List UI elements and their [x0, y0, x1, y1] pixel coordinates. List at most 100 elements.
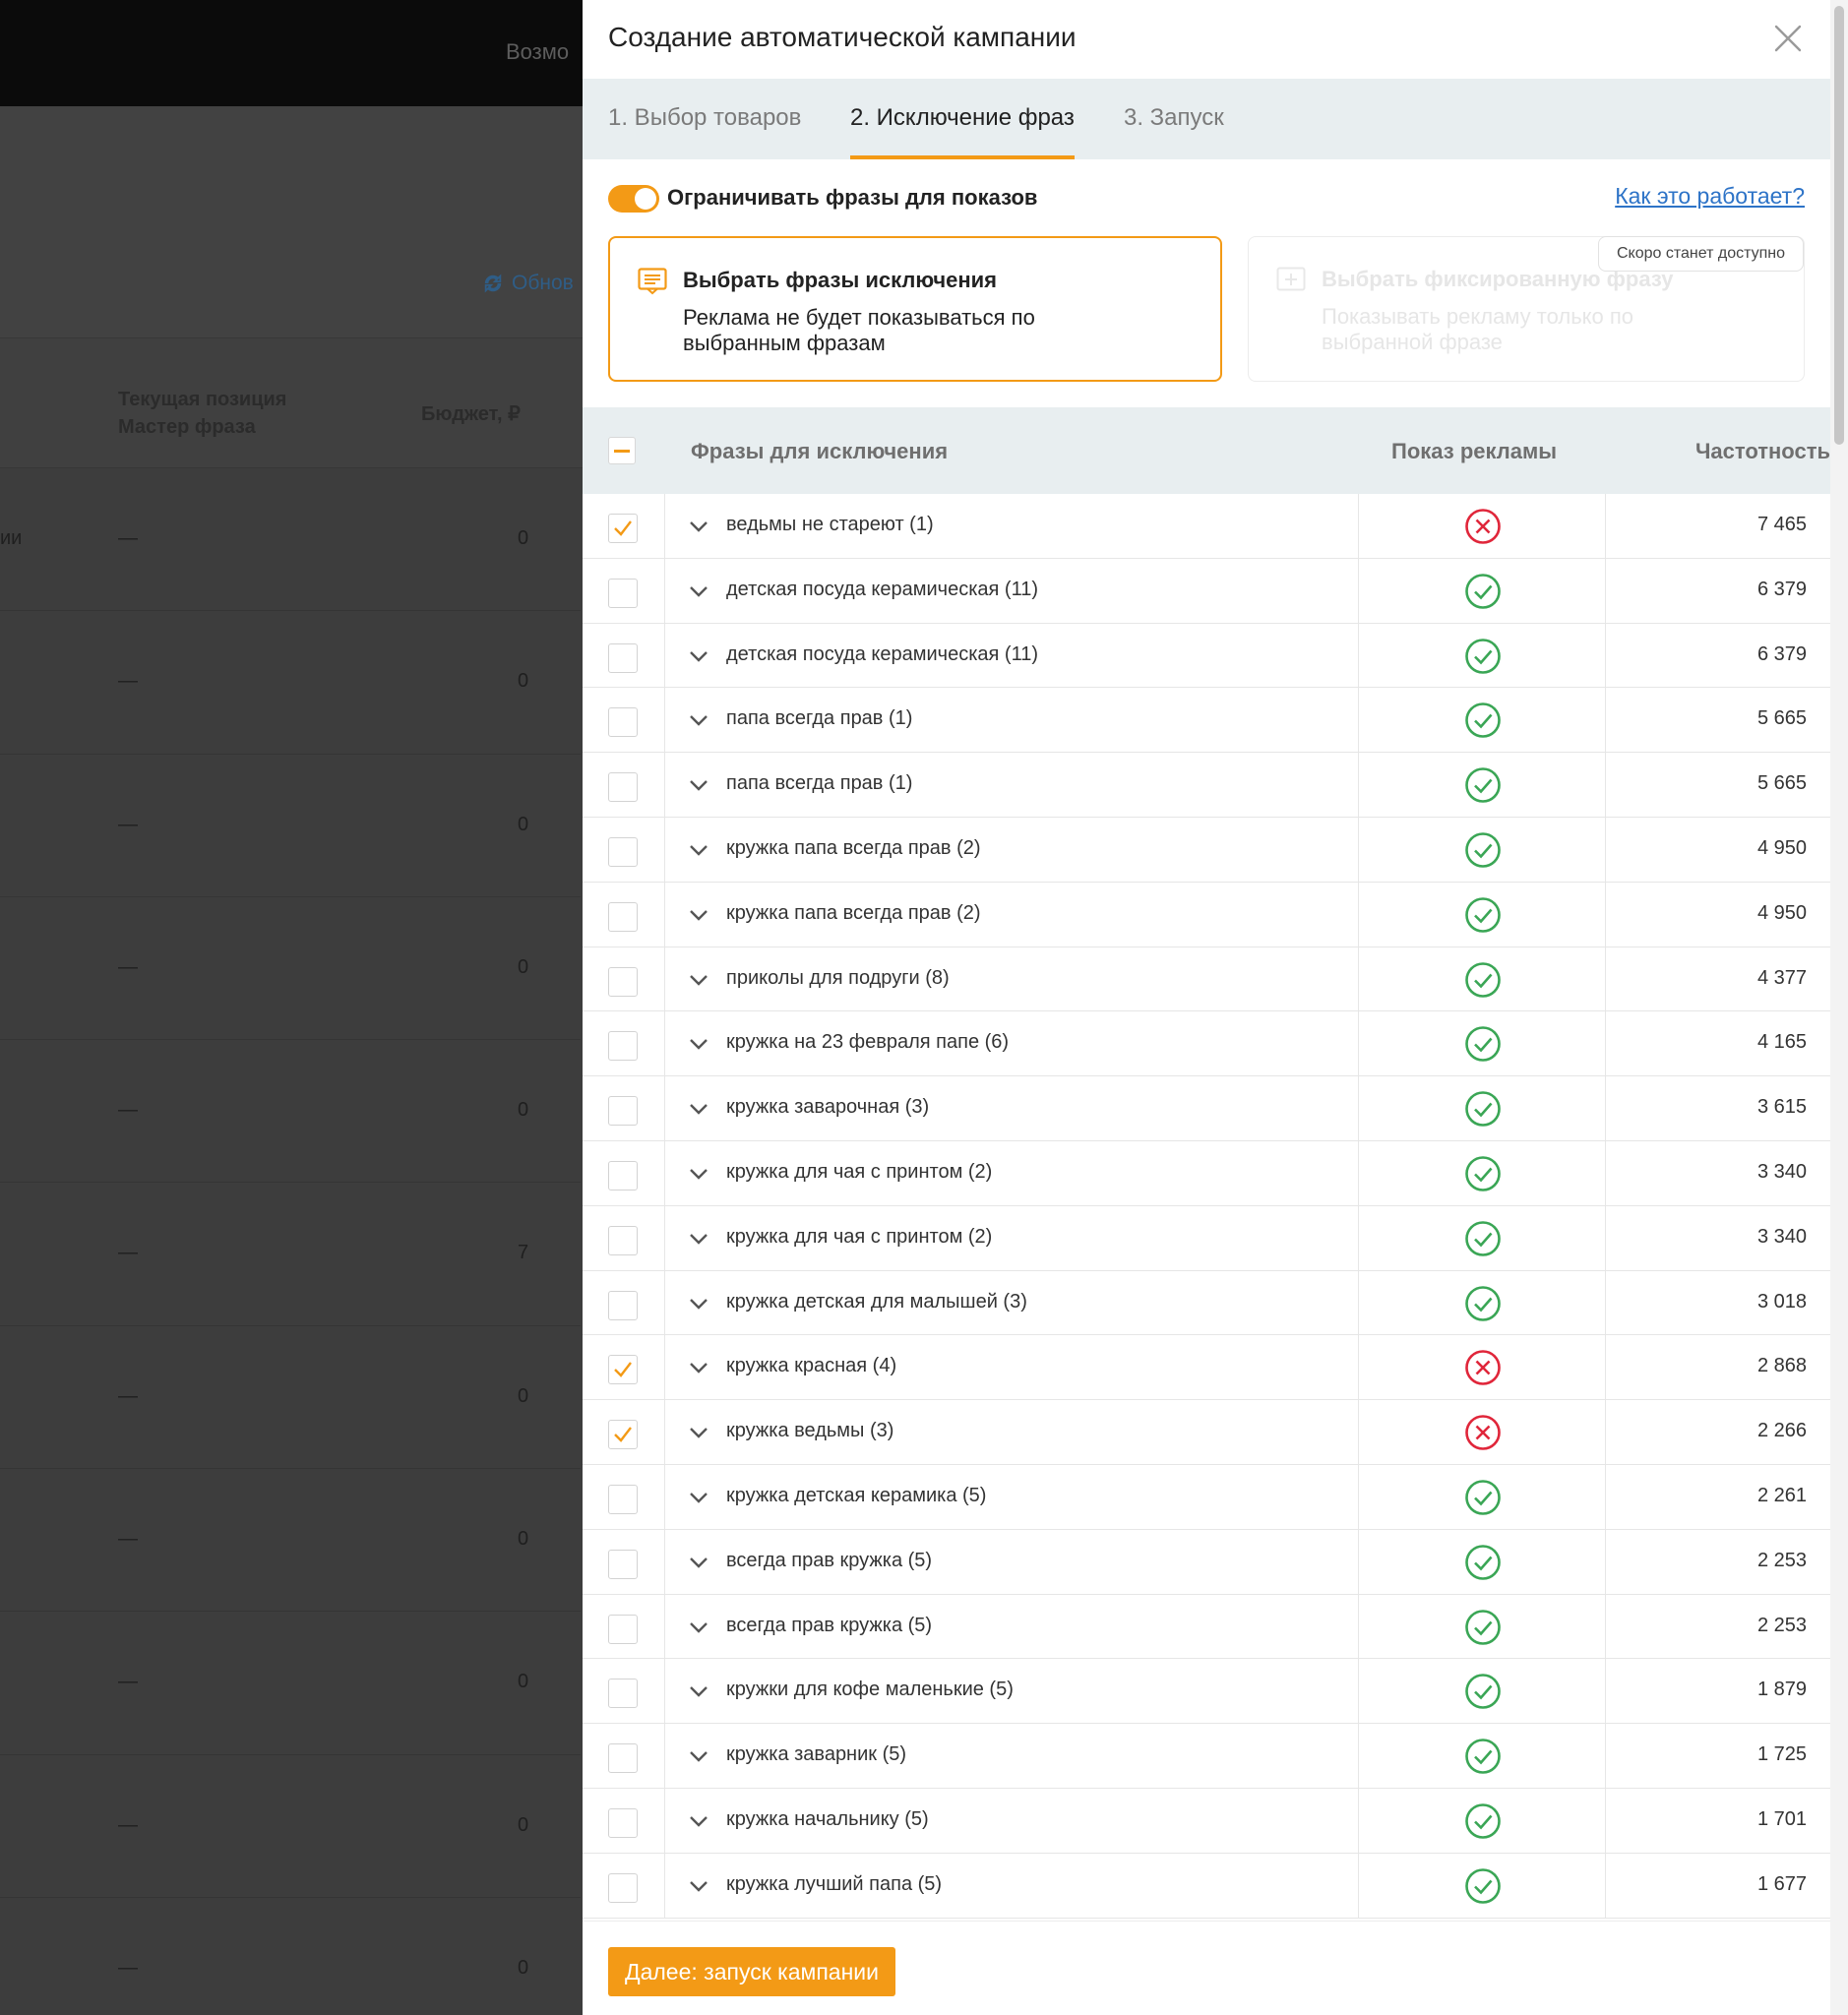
row-checkbox[interactable] [608, 707, 638, 738]
refresh-icon [484, 274, 502, 293]
row-checkbox[interactable] [608, 1743, 638, 1774]
table-row: ведьмы не стареют (1) 7 465 [583, 494, 1830, 559]
row-checkbox[interactable] [608, 1355, 638, 1385]
check-circle-icon [1465, 832, 1501, 868]
bg-col-position: Текущая позиция Мастер фраза [118, 389, 287, 438]
table-row: папа всегда прав (1) 5 665 [583, 753, 1830, 818]
check-circle-icon [1465, 961, 1501, 998]
frequency-value: 4 377 [1756, 966, 1807, 989]
chevron-down-icon[interactable] [689, 1102, 708, 1116]
row-checkbox[interactable] [608, 1290, 638, 1320]
bg-row-budget: 7 [518, 1242, 529, 1264]
page-scrollbar[interactable] [1830, 0, 1848, 2015]
checkbox-cell [583, 623, 665, 688]
limit-phrases-label: Ограничивать фразы для показов [667, 185, 1038, 210]
row-checkbox[interactable] [608, 578, 638, 608]
table-row: кружки для кофе маленькие (5) 1 879 [583, 1659, 1830, 1725]
table-row: всегда прав кружка (5) 2 253 [583, 1529, 1830, 1595]
row-checkbox[interactable] [608, 1484, 638, 1514]
frequency-value: 5 665 [1756, 707, 1807, 730]
tab-launch[interactable]: 3. Запуск [1124, 104, 1224, 132]
row-checkbox[interactable] [608, 1096, 638, 1127]
chevron-down-icon[interactable] [689, 1232, 708, 1246]
chevron-down-icon[interactable] [689, 1491, 708, 1504]
check-circle-icon [1465, 767, 1501, 803]
exclude-phrases-card[interactable]: Выбрать фразы исключения Реклама не буде… [608, 236, 1222, 382]
ad-show-cell [1358, 1335, 1606, 1400]
row-checkbox[interactable] [608, 901, 638, 932]
bg-row-position: — [118, 527, 138, 549]
chevron-down-icon[interactable] [689, 1556, 708, 1569]
frequency-value: 1 725 [1756, 1743, 1807, 1766]
row-checkbox[interactable] [608, 1160, 638, 1191]
row-checkbox[interactable] [608, 1872, 638, 1903]
row-checkbox[interactable] [608, 1807, 638, 1838]
chevron-down-icon[interactable] [689, 1684, 708, 1698]
bg-table-row: —0 [0, 1755, 581, 1898]
tab-phrase-exclusion[interactable]: 2. Исключение фраз [850, 104, 1075, 132]
chevron-down-icon[interactable] [689, 908, 708, 922]
bg-row-position: — [118, 1384, 138, 1407]
row-checkbox[interactable] [608, 1679, 638, 1709]
row-checkbox[interactable] [608, 1614, 638, 1644]
chevron-down-icon[interactable] [689, 1426, 708, 1439]
check-circle-icon [1465, 1867, 1501, 1904]
chevron-down-icon[interactable] [689, 713, 708, 727]
chevron-down-icon[interactable] [689, 584, 708, 598]
row-checkbox[interactable] [608, 1031, 638, 1062]
checkbox-cell [583, 753, 665, 817]
bg-table-row: —0 [0, 755, 581, 897]
bg-row-position: — [118, 1242, 138, 1264]
frequency-value: 4 165 [1756, 1031, 1807, 1054]
how-it-works-link[interactable]: Как это работает? [1615, 183, 1805, 210]
checkbox-cell [583, 882, 665, 946]
bg-row-budget: 0 [518, 1099, 529, 1122]
check-circle-icon [1465, 1026, 1501, 1063]
row-checkbox[interactable] [608, 642, 638, 673]
phrase-text: приколы для подруги (8) [726, 966, 950, 989]
frequency-value: 2 868 [1756, 1355, 1807, 1377]
row-checkbox[interactable] [608, 836, 638, 867]
chevron-down-icon[interactable] [689, 1297, 708, 1311]
chevron-down-icon[interactable] [689, 1879, 708, 1893]
chevron-down-icon[interactable] [689, 973, 708, 987]
row-checkbox[interactable] [608, 1225, 638, 1255]
active-tab-indicator [850, 155, 1075, 159]
chevron-down-icon[interactable] [689, 1749, 708, 1763]
chevron-down-icon[interactable] [689, 778, 708, 792]
chevron-down-icon[interactable] [689, 843, 708, 857]
table-row: кружка красная (4) 2 868 [583, 1335, 1830, 1401]
frequency-value: 3 615 [1756, 1096, 1807, 1119]
limit-phrases-toggle[interactable] [608, 185, 659, 213]
row-checkbox[interactable] [608, 514, 638, 543]
bg-table-body: ии —0—0—0—0—0—7—0—0—0—0—0 [0, 468, 581, 2015]
chevron-down-icon[interactable] [689, 649, 708, 663]
scrollbar-thumb[interactable] [1834, 6, 1844, 445]
row-checkbox[interactable] [608, 1549, 638, 1579]
ad-show-cell [1358, 753, 1606, 817]
chevron-down-icon[interactable] [689, 1361, 708, 1374]
row-checkbox[interactable] [608, 1420, 638, 1450]
chevron-down-icon[interactable] [689, 519, 708, 533]
bg-table-row: ии — 0 [0, 468, 581, 612]
close-button[interactable] [1771, 22, 1805, 55]
table-row: кружка папа всегда прав (2) 4 950 [583, 817, 1830, 883]
bg-table-row: —7 [0, 1183, 581, 1326]
phrase-text: всегда прав кружка (5) [726, 1549, 933, 1571]
chevron-down-icon[interactable] [689, 1037, 708, 1051]
next-launch-button[interactable]: Далее: запуск кампании [608, 1947, 895, 1996]
phrases-table-body: ведьмы не стареют (1) 7 465 детская посуда… [583, 494, 1830, 1921]
row-checkbox[interactable] [608, 966, 638, 997]
chevron-down-icon[interactable] [689, 1814, 708, 1828]
chevron-down-icon[interactable] [689, 1167, 708, 1181]
bg-row-budget: 0 [518, 1813, 529, 1836]
frequency-value: 1 701 [1756, 1807, 1807, 1830]
tab-product-selection[interactable]: 1. Выбор товаров [608, 104, 801, 132]
col-header-show: Показ рекламы [1391, 439, 1558, 463]
bg-table-row: —0 [0, 1326, 581, 1470]
frequency-value: 2 261 [1756, 1484, 1807, 1506]
campaign-modal: Создание автоматической кампании 1. Выбо… [583, 0, 1830, 2015]
chevron-down-icon[interactable] [689, 1620, 708, 1634]
select-all-checkbox[interactable] [608, 437, 636, 464]
row-checkbox[interactable] [608, 772, 638, 803]
